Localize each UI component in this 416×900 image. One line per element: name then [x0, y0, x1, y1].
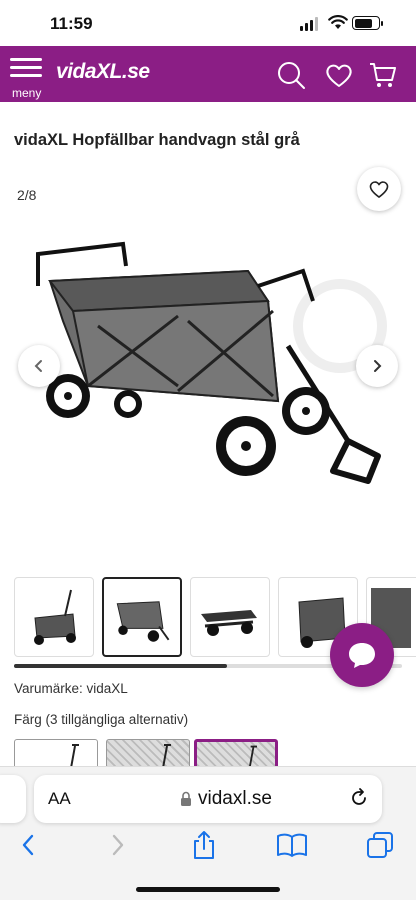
- cart-icon[interactable]: [368, 60, 398, 90]
- heart-icon[interactable]: [324, 60, 354, 90]
- status-bar: 11:59: [0, 0, 416, 46]
- color-options-label: Färg (3 tillgängliga alternativ): [14, 712, 189, 727]
- tabs-button[interactable]: [364, 829, 396, 861]
- chevron-left-icon: [34, 360, 42, 372]
- thumbnail[interactable]: [14, 577, 94, 657]
- url-display: vidaxl.se: [180, 788, 272, 810]
- thumbnail[interactable]: [102, 577, 182, 657]
- site-logo[interactable]: vidaXL.se: [56, 60, 150, 84]
- previous-tab-edge[interactable]: [0, 775, 26, 823]
- product-title: vidaXL Hopfällbar handvagn stål grå: [14, 131, 300, 149]
- battery-icon: [352, 16, 383, 30]
- product-main-image[interactable]: [28, 226, 388, 506]
- site-header: meny vidaXL.se: [0, 46, 416, 102]
- search-icon[interactable]: [276, 60, 306, 90]
- share-icon: [194, 831, 214, 859]
- breadcrumb: [14, 100, 204, 106]
- status-time: 11:59: [50, 14, 93, 33]
- wifi-icon: [328, 15, 348, 29]
- favorite-button[interactable]: [357, 167, 401, 211]
- color-swatches: [14, 739, 416, 769]
- url-text: vidaxl.se: [198, 788, 272, 809]
- forward-button[interactable]: [102, 829, 134, 861]
- reload-icon[interactable]: [348, 787, 370, 809]
- chat-icon: [349, 643, 375, 668]
- bookmarks-button[interactable]: [276, 829, 308, 861]
- menu-label: meny: [12, 86, 42, 100]
- lock-icon: [181, 791, 191, 806]
- forward-icon: [112, 834, 124, 856]
- tabs-icon: [367, 832, 393, 858]
- cellular-signal-icon: [300, 17, 318, 31]
- thumbnail[interactable]: [190, 577, 270, 657]
- thumbnail-scrollbar-thumb[interactable]: [14, 664, 228, 668]
- bookmarks-icon: [277, 833, 307, 857]
- text-size-button[interactable]: AA: [48, 789, 71, 809]
- address-bar[interactable]: AA vidaxl.se: [34, 775, 382, 823]
- next-image-button[interactable]: [356, 345, 398, 387]
- prev-image-button[interactable]: [18, 345, 60, 387]
- color-option[interactable]: [14, 739, 98, 769]
- browser-bar: AA vidaxl.se: [0, 766, 416, 900]
- share-button[interactable]: [188, 829, 220, 861]
- chevron-right-icon: [374, 360, 382, 372]
- back-button[interactable]: [12, 829, 44, 861]
- color-option-selected[interactable]: [194, 739, 278, 769]
- menu-button[interactable]: meny: [10, 58, 46, 100]
- home-indicator: [136, 887, 280, 892]
- image-counter: 2/8: [17, 187, 37, 203]
- chat-button[interactable]: [330, 623, 394, 687]
- color-option[interactable]: [106, 739, 190, 769]
- brand-line: Varumärke: vidaXL: [14, 681, 128, 696]
- back-icon: [22, 834, 34, 856]
- heart-icon: [369, 181, 389, 198]
